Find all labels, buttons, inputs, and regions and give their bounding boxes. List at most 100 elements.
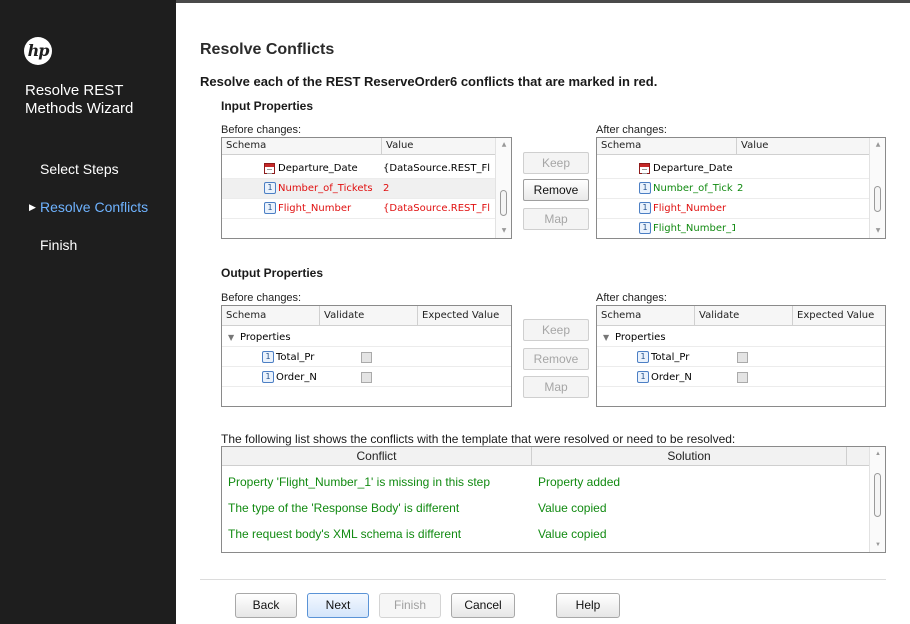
conflict-cell: Property 'Flight_Number_1' is missing in… bbox=[228, 475, 491, 489]
column-header-solution[interactable]: Solution bbox=[532, 447, 847, 466]
column-header-value[interactable]: Value bbox=[737, 138, 870, 155]
scroll-up-icon[interactable]: ▲ bbox=[870, 139, 885, 151]
validate-checkbox[interactable] bbox=[361, 351, 372, 363]
column-header-expected-value[interactable]: Expected Value bbox=[793, 306, 885, 326]
validate-checkbox[interactable] bbox=[737, 371, 748, 383]
property-name: Order_N bbox=[276, 372, 317, 383]
schema-cell: 1 Flight_Number bbox=[264, 199, 380, 219]
conflicts-list-label: The following list shows the conflicts w… bbox=[221, 432, 736, 446]
tree-row-properties[interactable]: ▼ Properties bbox=[222, 328, 511, 347]
property-name: Departure_Date bbox=[278, 163, 358, 174]
table-row[interactable]: 1 Number_of_Tickets 2 bbox=[222, 179, 511, 199]
date-icon bbox=[264, 162, 275, 174]
table-row[interactable]: Departure_Date {DataSource.REST_Fl bbox=[222, 159, 511, 179]
conflict-row[interactable]: The request body's XML schema is differe… bbox=[222, 521, 867, 547]
schema-cell: 1 Number_of_Tick bbox=[639, 179, 735, 199]
scroll-thumb[interactable] bbox=[874, 186, 881, 212]
scroll-thumb[interactable] bbox=[500, 190, 507, 216]
main-panel: Resolve Conflicts Resolve each of the RE… bbox=[176, 3, 910, 624]
group-name: Properties bbox=[615, 332, 666, 343]
schema-cell: 1 Total_Pr bbox=[637, 348, 693, 367]
param-icon: 1 bbox=[637, 371, 649, 383]
output-after-grid[interactable]: Schema Validate Expected Value ▼ Properti… bbox=[596, 305, 886, 407]
input-before-grid[interactable]: Schema Value Departure_Date {DataSource.… bbox=[221, 137, 512, 239]
next-button[interactable]: Next bbox=[307, 593, 369, 618]
table-row[interactable]: 1 Number_of_Tick 2 bbox=[597, 179, 885, 199]
cancel-button[interactable]: Cancel bbox=[451, 593, 515, 618]
scroll-down-icon[interactable]: ▼ bbox=[870, 539, 885, 551]
validate-cell bbox=[361, 348, 375, 367]
conflict-row[interactable]: The type of the 'Response Body' is diffe… bbox=[222, 495, 867, 521]
schema-cell: 1 Flight_Number_1 bbox=[639, 219, 735, 238]
finish-button[interactable]: Finish bbox=[379, 593, 441, 618]
tree-row-properties[interactable]: ▼ Properties bbox=[597, 328, 885, 347]
input-after-label: After changes: bbox=[596, 124, 667, 136]
grid-header: Schema Value bbox=[597, 138, 885, 155]
solution-cell: Value copied bbox=[538, 527, 607, 541]
solution-cell: Property added bbox=[538, 475, 621, 489]
back-button[interactable]: Back bbox=[235, 593, 297, 618]
scroll-down-icon[interactable]: ▼ bbox=[870, 225, 885, 237]
schema-cell: ▼ Properties bbox=[228, 328, 318, 347]
column-header-schema[interactable]: Schema bbox=[597, 306, 695, 326]
property-name: Flight_Number_1 bbox=[653, 223, 735, 234]
vertical-scrollbar[interactable]: ▲ ▼ bbox=[869, 138, 885, 238]
table-row[interactable]: 1 Total_Pr bbox=[597, 348, 885, 367]
output-before-label: Before changes: bbox=[221, 292, 302, 304]
scroll-up-icon[interactable]: ▲ bbox=[496, 139, 511, 151]
collapse-arrow-icon[interactable]: ▼ bbox=[228, 328, 240, 347]
column-header-schema[interactable]: Schema bbox=[597, 138, 737, 155]
output-map-button[interactable]: Map bbox=[523, 376, 589, 398]
nav-item-select-steps[interactable]: Select Steps bbox=[0, 158, 176, 196]
scroll-down-icon[interactable]: ▼ bbox=[496, 225, 511, 237]
grid-header: Schema Validate Expected Value bbox=[222, 306, 511, 326]
input-keep-button[interactable]: Keep bbox=[523, 152, 589, 174]
property-name: Total_Pr bbox=[276, 352, 315, 363]
param-icon: 1 bbox=[262, 351, 274, 363]
column-header-conflict[interactable]: Conflict bbox=[222, 447, 532, 466]
input-after-grid[interactable]: Schema Value Departure_Date 1 Number_of_T… bbox=[596, 137, 886, 239]
grid-header: Schema Validate Expected Value bbox=[597, 306, 885, 326]
table-row[interactable]: 1 Order_N bbox=[222, 368, 511, 387]
input-before-label: Before changes: bbox=[221, 124, 302, 136]
schema-cell: 1 Order_N bbox=[262, 368, 318, 387]
collapse-arrow-icon[interactable]: ▼ bbox=[603, 328, 615, 347]
column-header-validate[interactable]: Validate bbox=[320, 306, 418, 326]
validate-checkbox[interactable] bbox=[737, 351, 748, 363]
current-step-arrow-icon: ▶ bbox=[29, 202, 36, 212]
output-keep-button[interactable]: Keep bbox=[523, 319, 589, 341]
property-name: Flight_Number bbox=[278, 203, 352, 214]
table-row[interactable]: Departure_Date bbox=[597, 159, 885, 179]
table-row[interactable]: 1 Flight_Number_1 bbox=[597, 219, 885, 238]
validate-checkbox[interactable] bbox=[361, 371, 372, 383]
table-row[interactable]: 1 Flight_Number bbox=[597, 199, 885, 219]
vertical-scrollbar[interactable]: ▲ ▼ bbox=[869, 447, 885, 552]
solution-cell: Value copied bbox=[538, 501, 607, 515]
conflicts-list[interactable]: Conflict Solution Property 'Flight_Numbe… bbox=[221, 446, 886, 553]
table-row[interactable]: 1 Flight_Number {DataSource.REST_Fl bbox=[222, 199, 511, 219]
conflict-row[interactable]: Property 'Flight_Number_1' is missing in… bbox=[222, 469, 867, 495]
page-title: Resolve Conflicts bbox=[200, 41, 335, 58]
nav-item-resolve-conflicts[interactable]: ▶ Resolve Conflicts bbox=[0, 196, 176, 234]
scroll-thumb[interactable] bbox=[874, 473, 881, 517]
scroll-up-icon[interactable]: ▲ bbox=[870, 448, 885, 460]
column-header-schema[interactable]: Schema bbox=[222, 306, 320, 326]
schema-cell: 1 Total_Pr bbox=[262, 348, 318, 367]
input-map-button[interactable]: Map bbox=[523, 208, 589, 230]
schema-cell: Departure_Date bbox=[639, 159, 735, 179]
table-row[interactable]: 1 Order_N bbox=[597, 368, 885, 387]
column-header-value[interactable]: Value bbox=[382, 138, 496, 155]
nav-item-finish[interactable]: Finish bbox=[0, 234, 176, 272]
schema-cell: 1 Order_N bbox=[637, 368, 693, 387]
column-header-schema[interactable]: Schema bbox=[222, 138, 382, 155]
vertical-scrollbar[interactable]: ▲ ▼ bbox=[495, 138, 511, 238]
param-icon: 1 bbox=[264, 202, 276, 214]
column-header-expected-value[interactable]: Expected Value bbox=[418, 306, 511, 326]
output-properties-title: Output Properties bbox=[221, 266, 324, 280]
output-before-grid[interactable]: Schema Validate Expected Value ▼ Properti… bbox=[221, 305, 512, 407]
column-header-validate[interactable]: Validate bbox=[695, 306, 793, 326]
table-row[interactable]: 1 Total_Pr bbox=[222, 348, 511, 367]
input-remove-button[interactable]: Remove bbox=[523, 179, 589, 201]
output-remove-button[interactable]: Remove bbox=[523, 348, 589, 370]
help-button[interactable]: Help bbox=[556, 593, 620, 618]
